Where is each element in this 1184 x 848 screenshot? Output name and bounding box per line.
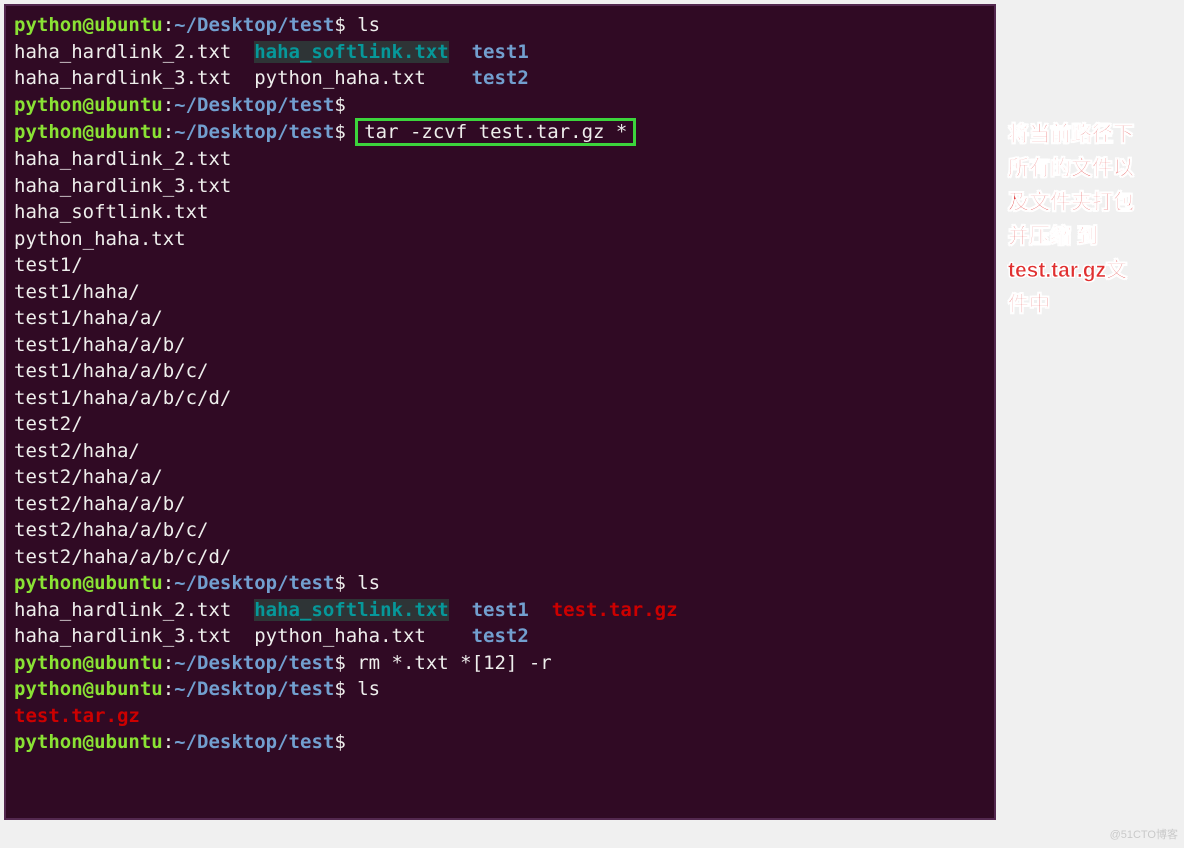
prompt-dollar: $	[334, 572, 345, 594]
annotation-line: test.tar.gz文	[1008, 254, 1178, 288]
tar-output-line: test1/haha/a/b/	[14, 334, 186, 356]
prompt-dollar: $	[334, 94, 345, 116]
prompt-sep: :	[163, 121, 174, 143]
tar-output-line: test2/haha/a/	[14, 466, 163, 488]
prompt-path: ~/Desktop/test	[174, 14, 334, 36]
dir-test2: test2	[472, 67, 529, 89]
tar-output-line: test2/haha/	[14, 440, 140, 462]
prompt-dollar: $	[334, 14, 345, 36]
file-pyhaha: python_haha.txt	[254, 67, 426, 89]
annotation-line: 并压缩 到	[1008, 220, 1178, 254]
tar-output-line: test2/	[14, 413, 83, 435]
prompt-user: python@ubuntu	[14, 572, 163, 594]
watermark-label: @51CTO博客	[1110, 826, 1178, 842]
tar-output-line: test1/	[14, 254, 83, 276]
prompt-path: ~/Desktop/test	[174, 731, 334, 753]
annotation-line: 件中	[1008, 288, 1178, 322]
command-rm: rm *.txt *[12] -r	[357, 652, 551, 674]
prompt-sep: :	[163, 94, 174, 116]
annotation-box: 将当前路径下 所有的文件以 及文件夹打包 并压缩 到 test.tar.gz文 …	[1008, 118, 1178, 322]
tar-output-line: test2/haha/a/b/c/d/	[14, 546, 231, 568]
prompt-dollar: $	[334, 652, 345, 674]
prompt-path: ~/Desktop/test	[174, 572, 334, 594]
prompt-user: python@ubuntu	[14, 678, 163, 700]
prompt-user: python@ubuntu	[14, 94, 163, 116]
prompt-user: python@ubuntu	[14, 652, 163, 674]
tar-output-line: haha_hardlink_2.txt	[14, 148, 231, 170]
prompt-sep: :	[163, 572, 174, 594]
tar-output-line: haha_hardlink_3.txt	[14, 175, 231, 197]
prompt-user: python@ubuntu	[14, 14, 163, 36]
tar-output-line: haha_softlink.txt	[14, 201, 208, 223]
prompt-path: ~/Desktop/test	[174, 652, 334, 674]
prompt-user: python@ubuntu	[14, 731, 163, 753]
tar-output-line: python_haha.txt	[14, 228, 186, 250]
prompt-sep: :	[163, 678, 174, 700]
tar-output-line: test1/haha/a/	[14, 307, 163, 329]
tar-output-line: test1/haha/	[14, 281, 140, 303]
command-tar: tar -zcvf test.tar.gz *	[364, 121, 627, 143]
file-hardlink3: haha_hardlink_3.txt	[14, 625, 231, 647]
dir-test1: test1	[472, 41, 529, 63]
prompt-user: python@ubuntu	[14, 121, 163, 143]
prompt-path: ~/Desktop/test	[174, 121, 334, 143]
tar-output-line: test2/haha/a/b/	[14, 493, 186, 515]
prompt-dollar: $	[334, 678, 345, 700]
annotation-line: 将当前路径下	[1008, 118, 1178, 152]
file-tgz: test.tar.gz	[14, 705, 140, 727]
command-ls-2: ls	[357, 572, 380, 594]
file-softlink: haha_softlink.txt	[254, 599, 448, 621]
command-ls-1: ls	[357, 14, 380, 36]
file-pyhaha: python_haha.txt	[254, 625, 426, 647]
annotation-line: 及文件夹打包	[1008, 186, 1178, 220]
tar-output-line: test1/haha/a/b/c/	[14, 360, 208, 382]
file-hardlink3: haha_hardlink_3.txt	[14, 67, 231, 89]
annotation-line: 所有的文件以	[1008, 152, 1178, 186]
file-hardlink2: haha_hardlink_2.txt	[14, 41, 231, 63]
file-tgz: test.tar.gz	[552, 599, 678, 621]
prompt-sep: :	[163, 14, 174, 36]
dir-test2: test2	[472, 625, 529, 647]
dir-test1: test1	[472, 599, 529, 621]
prompt-dollar: $	[334, 121, 345, 143]
terminal-window[interactable]: python@ubuntu:~/Desktop/test$ ls haha_ha…	[4, 4, 996, 820]
tar-output-line: test1/haha/a/b/c/d/	[14, 387, 231, 409]
prompt-dollar: $	[334, 731, 345, 753]
file-hardlink2: haha_hardlink_2.txt	[14, 599, 231, 621]
file-softlink: haha_softlink.txt	[254, 41, 448, 63]
prompt-path: ~/Desktop/test	[174, 678, 334, 700]
highlighted-command-box: tar -zcvf test.tar.gz *	[355, 118, 636, 146]
prompt-sep: :	[163, 652, 174, 674]
prompt-sep: :	[163, 731, 174, 753]
command-ls-3: ls	[357, 678, 380, 700]
tar-output-line: test2/haha/a/b/c/	[14, 519, 208, 541]
prompt-path: ~/Desktop/test	[174, 94, 334, 116]
